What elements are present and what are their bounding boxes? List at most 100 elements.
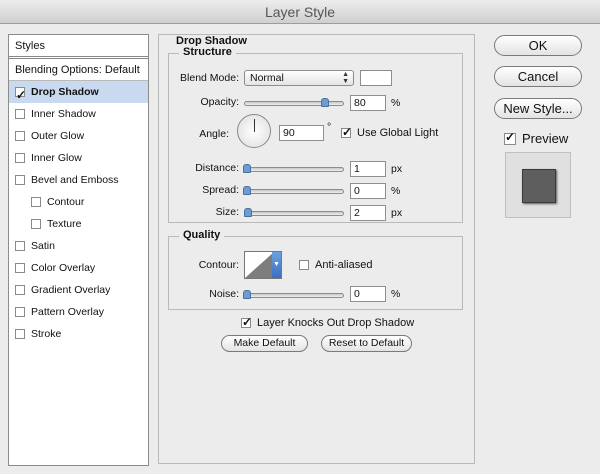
anti-aliased-label: Anti-aliased [315, 259, 373, 271]
contour-label: Contour: [198, 259, 239, 271]
structure-group: Structure Blend Mode: Normal ▲ ▼ Opacity:… [168, 46, 463, 223]
style-checkbox[interactable] [15, 329, 25, 339]
window-title: Layer Style [0, 0, 600, 24]
style-item-drop-shadow[interactable]: Drop Shadow [9, 81, 148, 106]
ok-button[interactable]: OK [494, 35, 582, 56]
contour-dropdown-icon[interactable]: ▼ [272, 252, 281, 278]
angle-dial[interactable] [237, 114, 271, 148]
preview-checkbox[interactable] [504, 130, 516, 145]
preview-row[interactable]: Preview [504, 130, 569, 146]
distance-unit: px [391, 163, 403, 175]
blend-mode-select[interactable]: Normal ▲ ▼ [244, 70, 354, 86]
size-unit: px [391, 207, 403, 219]
size-label: Size: [215, 206, 239, 218]
preview-label: Preview [522, 131, 569, 146]
distance-slider[interactable] [243, 164, 344, 173]
distance-slider-thumb[interactable] [243, 164, 251, 173]
use-global-light-checkbox[interactable] [341, 125, 352, 139]
style-item-label: Bevel and Emboss [31, 174, 119, 186]
style-checkbox[interactable] [15, 263, 25, 273]
style-item-color-overlay[interactable]: Color Overlay [9, 257, 148, 279]
noise-slider[interactable] [243, 290, 344, 299]
angle-input[interactable]: 90 [279, 125, 324, 141]
distance-input[interactable]: 1 [350, 161, 386, 177]
noise-slider-thumb[interactable] [243, 290, 251, 299]
style-checkbox[interactable] [15, 153, 25, 163]
drop-shadow-panel: Drop Shadow Structure Blend Mode: Normal… [158, 34, 475, 464]
opacity-unit: % [391, 97, 401, 109]
reset-to-default-button[interactable]: Reset to Default [321, 335, 412, 352]
style-item-label: Satin [31, 240, 55, 252]
use-global-light-label: Use Global Light [357, 127, 439, 139]
style-item-satin[interactable]: Satin [9, 235, 148, 257]
angle-label: Angle: [199, 128, 229, 140]
style-checkbox[interactable] [31, 197, 41, 207]
make-default-button[interactable]: Make Default [221, 335, 308, 352]
noise-unit: % [391, 288, 401, 300]
preview-thumbnail [505, 152, 571, 218]
shadow-color-swatch[interactable] [360, 70, 392, 86]
spread-label: Spread: [202, 184, 239, 196]
knocks-out-checkbox[interactable] [241, 315, 252, 329]
style-checkbox[interactable] [31, 219, 41, 229]
size-slider[interactable] [244, 208, 344, 217]
style-item-inner-glow[interactable]: Inner Glow [9, 147, 148, 169]
style-item-label: Drop Shadow [31, 86, 99, 98]
knocks-out-label: Layer Knocks Out Drop Shadow [257, 317, 415, 329]
structure-title: Structure [179, 46, 236, 58]
style-checkbox[interactable] [15, 285, 25, 295]
opacity-slider-thumb[interactable] [321, 98, 329, 107]
noise-label: Noise: [209, 288, 239, 300]
style-item-label: Inner Glow [31, 152, 82, 164]
style-item-label: Color Overlay [31, 262, 96, 274]
anti-aliased-row[interactable]: Anti-aliased [299, 259, 372, 271]
new-style-button[interactable]: New Style... [494, 98, 582, 119]
blend-mode-label: Blend Mode: [180, 72, 239, 84]
style-item-bevel-and-emboss[interactable]: Bevel and Emboss [9, 169, 148, 191]
spread-slider-thumb[interactable] [243, 186, 251, 195]
noise-input[interactable]: 0 [350, 286, 386, 302]
style-checkbox[interactable] [15, 175, 25, 185]
quality-title: Quality [179, 229, 225, 241]
size-input[interactable]: 2 [350, 205, 386, 221]
style-item-label: Inner Shadow [31, 108, 96, 120]
opacity-label: Opacity: [200, 96, 239, 108]
style-item-gradient-overlay[interactable]: Gradient Overlay [9, 279, 148, 301]
quality-group: Quality Contour: ▼ Anti-aliased Noise: 0… [168, 229, 463, 310]
style-item-label: Gradient Overlay [31, 284, 111, 296]
spread-slider[interactable] [243, 186, 344, 195]
select-arrows-icon: ▲ ▼ [342, 71, 349, 85]
style-item-outer-glow[interactable]: Outer Glow [9, 125, 148, 147]
style-item-texture[interactable]: Texture [9, 213, 148, 235]
style-checkbox[interactable] [15, 307, 25, 317]
size-slider-thumb[interactable] [244, 208, 252, 217]
style-checkbox[interactable] [15, 241, 25, 251]
anti-aliased-checkbox[interactable] [299, 260, 309, 270]
blending-options-item[interactable]: Blending Options: Default [9, 59, 148, 81]
style-checkbox[interactable] [15, 109, 25, 119]
spread-unit: % [391, 185, 401, 197]
blend-mode-value: Normal [250, 72, 284, 84]
contour-curve-icon [245, 252, 274, 278]
opacity-slider[interactable] [244, 98, 344, 107]
style-item-inner-shadow[interactable]: Inner Shadow [9, 103, 148, 125]
spread-input[interactable]: 0 [350, 183, 386, 199]
style-item-label: Stroke [31, 328, 62, 340]
angle-unit: ° [327, 121, 332, 133]
style-item-contour[interactable]: Contour [9, 191, 148, 213]
distance-label: Distance: [195, 162, 239, 174]
style-item-pattern-overlay[interactable]: Pattern Overlay [9, 301, 148, 323]
knocks-out-row[interactable]: Layer Knocks Out Drop Shadow [241, 315, 415, 329]
style-item-label: Contour [47, 196, 85, 208]
opacity-input[interactable]: 80 [350, 95, 386, 111]
use-global-light-row[interactable]: Use Global Light [341, 125, 439, 139]
style-checkbox[interactable] [15, 131, 25, 141]
style-item-label: Pattern Overlay [31, 306, 104, 318]
style-item-label: Outer Glow [31, 130, 85, 142]
style-item-stroke[interactable]: Stroke [9, 323, 148, 345]
preview-swatch [522, 169, 556, 203]
cancel-button[interactable]: Cancel [494, 66, 582, 87]
styles-header[interactable]: Styles [9, 35, 148, 59]
contour-picker[interactable]: ▼ [244, 251, 282, 279]
style-checkbox[interactable] [15, 84, 26, 106]
